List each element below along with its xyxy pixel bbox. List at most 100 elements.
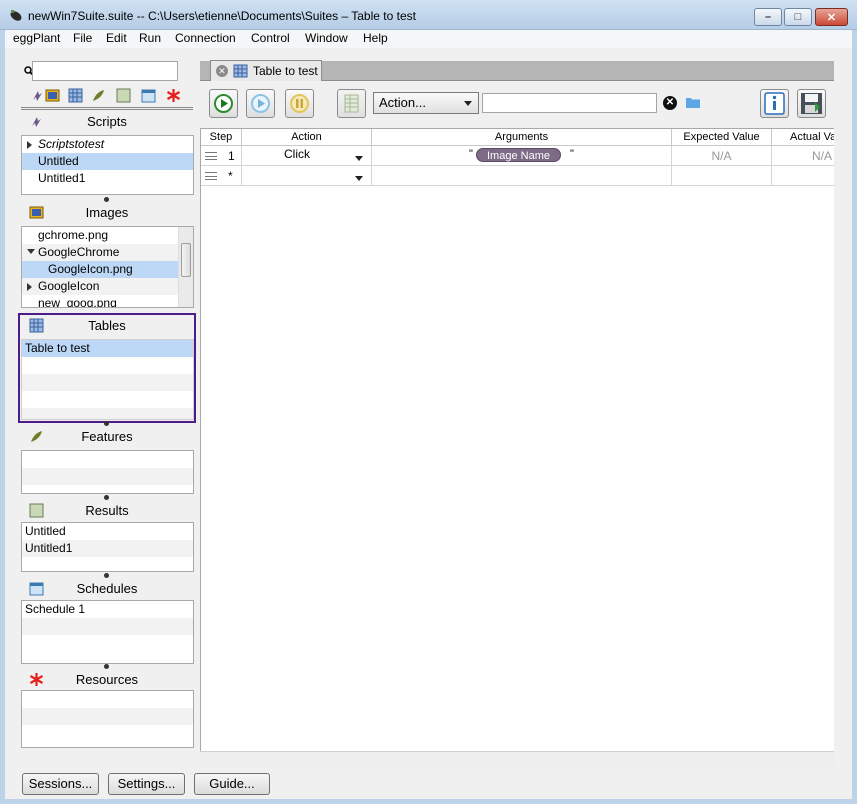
resources-header: Resources <box>21 669 193 689</box>
chevron-down-icon[interactable] <box>355 156 363 161</box>
list-item <box>22 391 193 408</box>
expected-value-cell[interactable] <box>672 166 772 186</box>
info-button[interactable] <box>760 89 789 118</box>
column-header-actual-value[interactable]: Actual Va <box>772 129 834 146</box>
list-item[interactable]: Table to test <box>22 340 193 357</box>
tables-list: Table to test <box>21 339 194 420</box>
list-item[interactable]: Untitled <box>22 523 193 540</box>
save-button[interactable] <box>797 89 826 118</box>
results-header: Results <box>21 500 193 520</box>
minimize-button[interactable]: – <box>754 8 782 26</box>
scripts-icon[interactable] <box>30 88 45 103</box>
features-icon[interactable] <box>91 88 106 103</box>
scrollbar-thumb[interactable] <box>181 243 191 277</box>
steps-table: Step Action Arguments Expected Value Act… <box>200 128 834 751</box>
maximize-icon: □ <box>794 11 802 23</box>
tab-table-to-test[interactable]: ✕ Table to test <box>210 60 322 81</box>
drag-handle-icon[interactable] <box>205 172 217 180</box>
sidebar-search-input[interactable] <box>32 61 178 81</box>
features-header: Features <box>21 426 193 446</box>
menu-window[interactable]: Window <box>305 31 348 45</box>
expand-icon[interactable] <box>27 283 32 291</box>
column-header-action[interactable]: Action <box>242 129 372 146</box>
schedules-icon[interactable] <box>141 88 156 103</box>
tables-header: Tables <box>21 315 193 335</box>
list-item[interactable]: Schedule 1 <box>22 601 193 618</box>
menu-connection[interactable]: Connection <box>175 31 236 45</box>
image-name-token[interactable]: Image Name <box>476 148 561 162</box>
arguments-cell[interactable] <box>372 166 672 186</box>
resources-icon[interactable] <box>166 88 181 103</box>
table-row[interactable]: 1 Click " Image Name " N/A N/A <box>201 146 834 166</box>
expand-icon[interactable] <box>27 141 32 149</box>
close-icon: ✕ <box>826 11 837 24</box>
images-header: Images <box>21 202 193 222</box>
sidebar-toolbar <box>30 88 190 104</box>
list-item <box>22 408 193 419</box>
results-title: Results <box>85 503 129 518</box>
list-item[interactable]: GoogleChrome <box>22 244 193 261</box>
column-header-arguments[interactable]: Arguments <box>372 129 672 146</box>
argument-input[interactable] <box>482 93 657 113</box>
collapse-icon[interactable] <box>27 249 35 254</box>
action-cell[interactable] <box>242 166 372 186</box>
chevron-down-icon[interactable] <box>355 176 363 181</box>
expected-value-cell[interactable]: N/A <box>672 146 772 166</box>
tables-icon <box>233 64 248 78</box>
tab-close-icon[interactable]: ✕ <box>216 65 228 77</box>
resources-title: Resources <box>75 672 139 687</box>
menu-run[interactable]: Run <box>139 31 161 45</box>
table-header: Step Action Arguments Expected Value Act… <box>201 129 834 146</box>
results-list: Untitled Untitled1 <box>21 522 194 572</box>
menu-file[interactable]: File <box>73 31 92 45</box>
actual-value-cell: N/A <box>772 146 834 166</box>
list-item[interactable]: Untitled1 <box>22 170 193 187</box>
images-scrollbar[interactable] <box>178 227 193 307</box>
list-item[interactable]: Untitled <box>22 153 193 170</box>
menu-eggplant[interactable]: eggPlant <box>13 31 60 45</box>
minimize-icon: – <box>764 11 772 23</box>
list-item <box>22 708 193 725</box>
play-icon <box>214 94 233 113</box>
table-row[interactable]: * <box>201 166 834 186</box>
step-button[interactable] <box>246 89 275 118</box>
list-item[interactable]: GoogleIcon <box>22 278 193 295</box>
menu-control[interactable]: Control <box>251 31 290 45</box>
features-title: Features <box>81 429 133 444</box>
run-button[interactable] <box>209 89 238 118</box>
menu-bar: eggPlant File Edit Run Connection Contro… <box>5 30 852 48</box>
results-icon[interactable] <box>116 88 131 103</box>
drag-handle-icon[interactable] <box>205 152 217 160</box>
folder-icon[interactable] <box>686 97 700 108</box>
chevron-down-icon <box>464 101 472 106</box>
maximize-button[interactable]: □ <box>784 8 812 26</box>
settings-button[interactable]: Settings... <box>108 773 185 795</box>
clear-icon[interactable]: ✕ <box>663 96 677 110</box>
scripts-list: Scriptstotest Untitled Untitled1 <box>21 135 194 195</box>
action-select[interactable]: Action... <box>373 92 479 114</box>
column-header-expected-value[interactable]: Expected Value <box>672 129 772 146</box>
save-icon <box>801 93 822 114</box>
arguments-cell[interactable]: " Image Name " <box>372 146 672 166</box>
images-list: gchrome.png GoogleChrome GoogleIcon.png … <box>21 226 194 308</box>
menu-help[interactable]: Help <box>363 31 388 45</box>
images-icon[interactable] <box>45 88 60 103</box>
list-item[interactable]: Untitled1 <box>22 540 193 557</box>
step-number: 1 <box>228 149 235 163</box>
list-item[interactable]: Scriptstotest <box>22 136 193 153</box>
column-header-step[interactable]: Step <box>201 129 242 146</box>
list-item <box>22 451 193 468</box>
menu-edit[interactable]: Edit <box>106 31 127 45</box>
sessions-button[interactable]: Sessions... <box>22 773 99 795</box>
pause-button[interactable] <box>285 89 314 118</box>
features-list <box>21 450 194 494</box>
close-button[interactable]: ✕ <box>815 8 848 26</box>
grid-view-button[interactable] <box>337 89 366 118</box>
guide-button[interactable]: Guide... <box>194 773 270 795</box>
action-cell[interactable]: Click <box>242 146 372 166</box>
tables-icon[interactable] <box>68 88 83 103</box>
eggplant-app-icon <box>10 10 22 21</box>
list-item[interactable]: GoogleIcon.png <box>22 261 193 278</box>
list-item[interactable]: gchrome.png <box>22 227 193 244</box>
list-item[interactable]: new_goog.png <box>22 295 193 307</box>
